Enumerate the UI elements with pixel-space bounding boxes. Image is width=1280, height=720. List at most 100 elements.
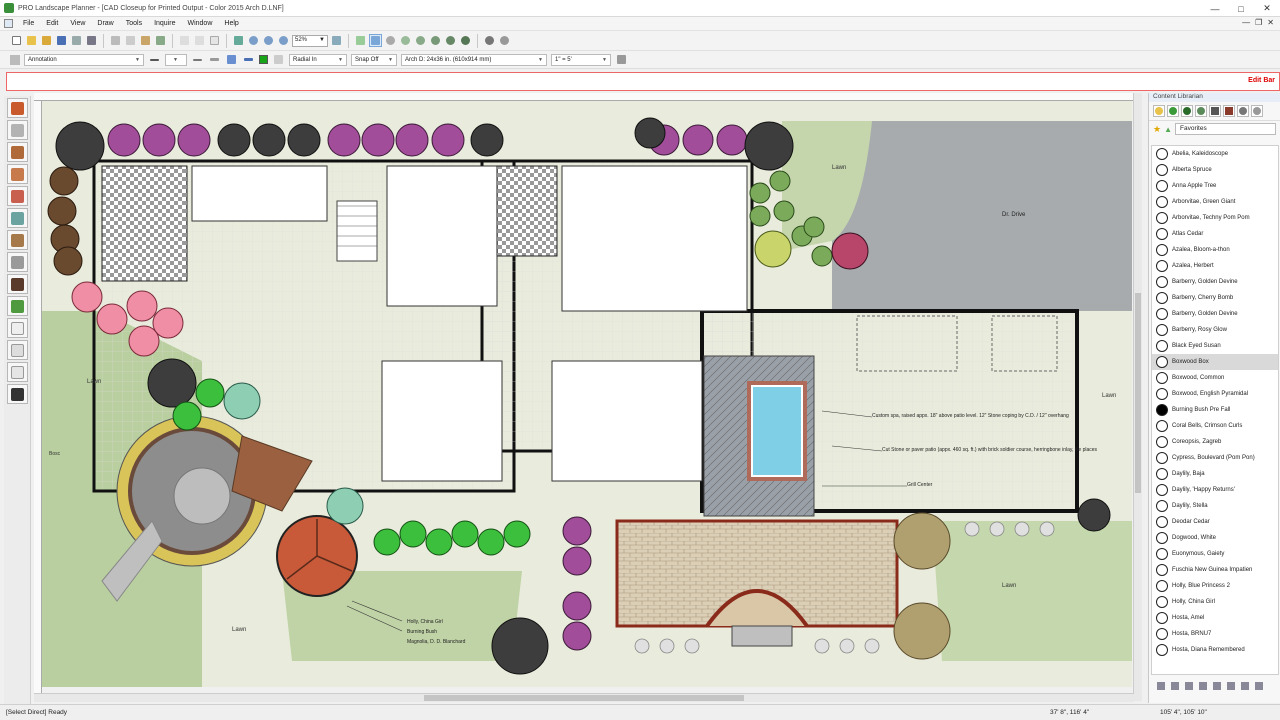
open-folder-button[interactable] [40,34,53,47]
menu-draw[interactable]: Draw [91,20,119,27]
zoom-window-button[interactable] [247,34,260,47]
paste-button[interactable] [139,34,152,47]
doc-minimize-button[interactable]: — [1242,18,1250,27]
list-item-selected[interactable]: Boxwood Box [1152,354,1278,370]
list-item[interactable]: Azalea, Herbert [1152,258,1278,274]
menu-window[interactable]: Window [181,20,218,27]
list-item[interactable]: Dogwood, White [1152,530,1278,546]
scale-select[interactable]: 1" = 5' ▼ [551,53,611,66]
layers-button[interactable] [354,34,367,47]
copy-button[interactable] [124,34,137,47]
check-button[interactable] [154,34,167,47]
tab-search[interactable] [1251,105,1263,117]
select-button[interactable] [369,34,382,47]
tool-photo[interactable] [7,384,28,404]
view-mode-1-button[interactable] [384,34,397,47]
doc-restore-button[interactable]: ❐ [1255,18,1262,27]
tool-dimension[interactable] [7,340,28,360]
list-item[interactable]: Azalea, Bloom-a-thon [1152,242,1278,258]
tab-shrubs[interactable] [1195,105,1207,117]
horizontal-scroll-thumb[interactable] [424,695,744,701]
tab-favorites-star[interactable] [1153,105,1165,117]
list-item[interactable]: Barberry, Rosy Glow [1152,322,1278,338]
print-preview-button[interactable] [70,34,83,47]
list-item[interactable]: Barberry, Golden Devine [1152,274,1278,290]
tool-hardscape[interactable] [7,164,28,184]
tool-walls[interactable] [7,186,28,206]
tool-symbol[interactable] [7,362,28,382]
tool-lighting[interactable] [7,208,28,228]
doc-close-button[interactable]: ✕ [1267,18,1274,27]
close-button[interactable]: ✕ [1254,0,1280,17]
zoom-in-button[interactable] [262,34,275,47]
document-icon[interactable] [4,19,13,28]
list-item[interactable]: Abelia, Kaleidoscope [1152,146,1278,162]
tool-turf[interactable] [7,296,28,316]
favorites-select[interactable]: Favorites [1175,123,1276,135]
fill-button[interactable] [225,53,238,66]
edit-item-icon[interactable] [1185,682,1193,690]
add-favorite-icon[interactable]: ▲ [1164,125,1172,134]
line-weight-button[interactable] [148,53,161,66]
gradient-button[interactable] [272,53,285,66]
save-button[interactable] [55,34,68,47]
new-item-icon[interactable] [1171,682,1179,690]
zoom-fit-button[interactable] [330,34,343,47]
list-item[interactable]: Holly, Blue Princess 2 [1152,578,1278,594]
list-item[interactable]: Cypress, Boulevard (Pom Pon) [1152,450,1278,466]
zoom-out-button[interactable] [277,34,290,47]
tab-plants[interactable] [1167,105,1179,117]
refresh-button[interactable] [232,34,245,47]
tab-trees[interactable] [1181,105,1193,117]
view-mode-3-button[interactable] [414,34,427,47]
tool-irrigation[interactable] [7,252,28,272]
minimize-button[interactable]: — [1202,0,1228,17]
list-item[interactable]: Atlas Cedar [1152,226,1278,242]
delete-item-icon[interactable] [1199,682,1207,690]
filter-icon[interactable] [1241,682,1249,690]
menu-edit[interactable]: Edit [40,20,64,27]
vertical-scroll-thumb[interactable] [1135,293,1141,493]
print-button[interactable] [85,34,98,47]
new-file-button[interactable] [10,34,23,47]
snap-select[interactable]: Snap Off ▼ [351,53,397,66]
render-button[interactable] [483,34,496,47]
menu-help[interactable]: Help [218,20,244,27]
tool-mulch[interactable] [7,274,28,294]
tool-text[interactable] [7,318,28,338]
list-item[interactable]: Burning Bush Pre Fall [1152,402,1278,418]
radial-select[interactable]: Radial In ▼ [289,53,347,66]
tab-structures[interactable] [1209,105,1221,117]
list-item[interactable]: Arborvitae, Techny Pom Pom [1152,210,1278,226]
view-mode-5-button[interactable] [444,34,457,47]
redo-button[interactable] [193,34,206,47]
arrow-style-button[interactable] [208,53,221,66]
settings-button[interactable] [498,34,511,47]
view-mode-6-button[interactable] [459,34,472,47]
grid-button[interactable] [208,34,221,47]
pen-color-button[interactable] [242,53,255,66]
list-item[interactable]: Daylily, Stella [1152,498,1278,514]
list-item[interactable]: Hosta, Amel [1152,610,1278,626]
color-swatch[interactable] [259,55,268,64]
view-mode-2-button[interactable] [399,34,412,47]
list-item[interactable]: Boxwood, English Pyramidal [1152,386,1278,402]
menu-view[interactable]: View [64,20,91,27]
list-item[interactable]: Alberta Spruce [1152,162,1278,178]
folder-icon[interactable] [1157,682,1165,690]
list-item[interactable]: Coral Bells, Crimson Curls [1152,418,1278,434]
list-item[interactable]: Barberry, Cherry Bomb [1152,290,1278,306]
undo-button[interactable] [178,34,191,47]
list-item[interactable]: Daylily, 'Happy Returns' [1152,482,1278,498]
list-item[interactable]: Holly, China Girl [1152,594,1278,610]
info-icon[interactable] [1255,682,1263,690]
list-item[interactable]: Coreopsis, Zagreb [1152,434,1278,450]
list-item[interactable]: Boxwood, Common [1152,370,1278,386]
tab-materials[interactable] [1223,105,1235,117]
menu-tools[interactable]: Tools [120,20,148,27]
tool-plants[interactable] [7,142,28,162]
list-item[interactable]: Hosta, Diana Remembered [1152,642,1278,658]
drawing-canvas[interactable]: Lawn Dr. Drive Lawn Lawn Lawn Lawn Bosc … [42,101,1132,687]
edit-bar[interactable]: Edit Bar [6,72,1280,91]
list-item[interactable]: Black Eyed Susan [1152,338,1278,354]
